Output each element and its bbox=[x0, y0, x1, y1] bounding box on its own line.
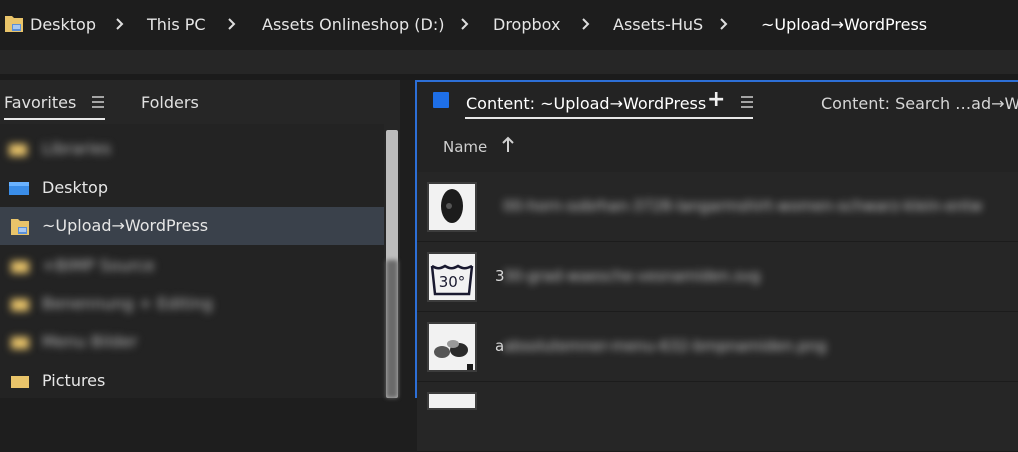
chevron-right-icon[interactable] bbox=[580, 12, 592, 36]
tree-item-label: Desktop bbox=[42, 178, 108, 197]
tree-item-benennung[interactable]: Benennung + Editing bbox=[0, 285, 384, 323]
tree-item-desktop[interactable]: Desktop bbox=[0, 169, 384, 207]
content-panel: Content: ~Upload→WordPress + Content: Se… bbox=[415, 80, 1018, 452]
active-tab-indicator bbox=[465, 117, 753, 119]
chevron-right-icon[interactable] bbox=[718, 12, 730, 36]
desktop-folder-icon bbox=[4, 12, 24, 34]
tab-content-search[interactable]: Content: Search …ad→Wor bbox=[821, 93, 1018, 115]
active-tab-indicator bbox=[4, 118, 105, 120]
tree-item-label: +BIMP Source bbox=[42, 256, 155, 275]
svg-text:30°: 30° bbox=[439, 273, 466, 291]
file-row[interactable]: a absolutemner-menu-632-bmpnamiden.png bbox=[417, 312, 1018, 382]
folder-icon bbox=[10, 215, 30, 237]
breadcrumb-item-desktop[interactable]: Desktop bbox=[30, 14, 96, 36]
breadcrumb-item-this-pc[interactable]: This PC bbox=[147, 14, 206, 36]
tree-item-libraries[interactable]: Libraries bbox=[0, 130, 384, 168]
file-thumbnail bbox=[427, 182, 477, 232]
file-thumbnail bbox=[427, 392, 477, 410]
tab-content-upload[interactable]: Content: ~Upload→WordPress bbox=[466, 93, 706, 115]
panel-menu-icon[interactable] bbox=[91, 95, 105, 109]
tree-scrollbar-shadow bbox=[386, 260, 398, 398]
tree-item-pictures[interactable]: Pictures bbox=[0, 362, 384, 400]
tree-item-label: Pictures bbox=[42, 371, 106, 390]
tree-item-upload-wordpress[interactable]: ~Upload→WordPress bbox=[0, 207, 384, 245]
tree-item-label: ~Upload→WordPress bbox=[42, 216, 209, 235]
file-name: 30-grad-waesche-vesnamiden.svg bbox=[503, 267, 761, 285]
libraries-icon bbox=[8, 139, 28, 161]
content-panel-tabs: Content: ~Upload→WordPress + Content: Se… bbox=[417, 82, 1018, 122]
breadcrumb-item-assets-hus[interactable]: Assets-HuS bbox=[613, 14, 703, 36]
panel-menu-icon[interactable] bbox=[740, 95, 754, 109]
tree-item-bimp-source[interactable]: +BIMP Source bbox=[0, 247, 384, 285]
file-name: absolutemner-menu-632-bmpnamiden.png bbox=[503, 337, 827, 355]
file-list: 00-horn-sobrhan-3728-langarmshirt-women-… bbox=[417, 172, 1018, 452]
folder-icon bbox=[10, 294, 30, 316]
file-name: 00-horn-sobrhan-3728-langarmshirt-women-… bbox=[503, 197, 983, 215]
breadcrumb-item-current[interactable]: ~Upload→WordPress bbox=[761, 14, 927, 36]
chevron-right-icon[interactable] bbox=[459, 12, 471, 36]
tab-favorites[interactable]: Favorites bbox=[4, 92, 76, 114]
path-bar-spacer bbox=[0, 50, 1018, 74]
chevron-right-icon[interactable] bbox=[114, 12, 126, 36]
add-tab-icon[interactable]: + bbox=[707, 89, 725, 111]
file-thumbnail bbox=[427, 322, 477, 372]
content-panel-icon bbox=[433, 92, 449, 108]
tree-item-label: Menu Bilder bbox=[42, 332, 138, 351]
tree-item-menu-bilder[interactable]: Menu Bilder bbox=[0, 323, 384, 361]
favorites-tree: Libraries Desktop ~Upload→WordPress +BIM… bbox=[0, 124, 384, 398]
file-row[interactable]: 00-horn-sobrhan-3728-langarmshirt-women-… bbox=[417, 172, 1018, 242]
chevron-right-icon[interactable] bbox=[226, 12, 238, 36]
file-thumbnail: 30° bbox=[427, 252, 477, 302]
folder-icon bbox=[10, 256, 30, 278]
tab-folders[interactable]: Folders bbox=[141, 92, 199, 114]
breadcrumb: Desktop This PC Assets Onlineshop (D:) D… bbox=[0, 0, 1018, 50]
breadcrumb-item-assets-onlineshop[interactable]: Assets Onlineshop (D:) bbox=[262, 14, 444, 36]
breadcrumb-item-dropbox[interactable]: Dropbox bbox=[493, 14, 560, 36]
folder-icon bbox=[10, 332, 30, 354]
column-header-row: Name bbox=[417, 122, 1018, 172]
tree-item-label: Benennung + Editing bbox=[42, 294, 213, 313]
file-row[interactable] bbox=[417, 382, 1018, 452]
left-panel-tabs: Favorites Folders bbox=[0, 80, 400, 124]
sort-ascending-icon[interactable] bbox=[501, 136, 515, 154]
column-header-name[interactable]: Name bbox=[443, 138, 487, 156]
tree-item-label: Libraries bbox=[42, 139, 112, 158]
file-row[interactable]: 30° 3 30-grad-waesche-vesnamiden.svg bbox=[417, 242, 1018, 312]
pictures-folder-icon bbox=[10, 371, 30, 393]
favorites-panel: Favorites Folders Libraries Desktop ~Upl… bbox=[0, 80, 400, 398]
desktop-icon bbox=[8, 178, 29, 200]
